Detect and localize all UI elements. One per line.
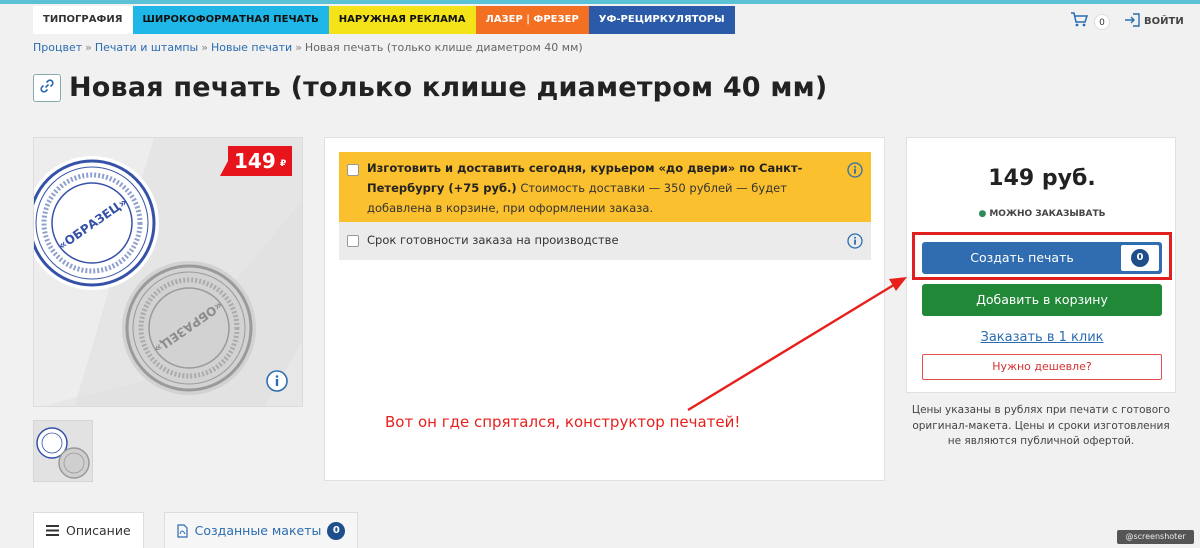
thumbnail-stamp-image bbox=[36, 427, 90, 479]
one-click-order-link[interactable]: Заказать в 1 клик bbox=[907, 330, 1177, 345]
image-info-icon[interactable] bbox=[266, 370, 288, 396]
breadcrumb-separator: » bbox=[295, 41, 302, 54]
tab-layouts-label: Созданные макеты bbox=[194, 523, 322, 538]
availability-dot-icon: ● bbox=[978, 209, 987, 219]
title-row: Новая печать (только клише диаметром 40 … bbox=[33, 72, 827, 103]
create-stamp-label: Создать печать bbox=[970, 250, 1074, 265]
price-disclaimer: Цены указаны в рублях при печати с готов… bbox=[911, 404, 1171, 447]
permalink-button[interactable] bbox=[33, 73, 61, 102]
breadcrumb-current: Новая печать (только клише диаметром 40 … bbox=[304, 41, 583, 54]
need-cheaper-button[interactable]: Нужно дешевле? bbox=[922, 354, 1162, 380]
production-time-info-icon[interactable] bbox=[847, 233, 863, 253]
breadcrumb-stamps[interactable]: Печати и штампы bbox=[95, 41, 198, 54]
delivery-info-icon[interactable] bbox=[847, 162, 863, 182]
price-badge-currency: ₽ bbox=[280, 159, 287, 169]
tab-description-label: Описание bbox=[66, 523, 131, 538]
cart-icon bbox=[1070, 12, 1089, 31]
create-stamp-button[interactable]: Создать печать 0 bbox=[922, 242, 1162, 274]
breadcrumb-new-stamps[interactable]: Новые печати bbox=[211, 41, 292, 54]
category-tabs: ТИПОГРАФИЯ ШИРОКОФОРМАТНАЯ ПЕЧАТЬ НАРУЖН… bbox=[33, 6, 735, 34]
nav-tab-outdoor[interactable]: НАРУЖНАЯ РЕКЛАМА bbox=[328, 6, 476, 34]
login-button[interactable]: ВОЙТИ bbox=[1120, 13, 1184, 30]
pdf-file-icon bbox=[177, 523, 188, 538]
page-title: Новая печать (только клише диаметром 40 … bbox=[69, 72, 828, 103]
breadcrumb: Процвет» Печати и штампы» Новые печати» Нов… bbox=[33, 41, 583, 54]
tab-layouts-count: 0 bbox=[327, 521, 346, 540]
product-tabs: Описание Созданные макеты 0 bbox=[33, 512, 359, 548]
nav-tab-laser[interactable]: ЛАЗЕР | ФРЕЗЕР bbox=[475, 6, 589, 34]
availability-status: ● МОЖНО ЗАКАЗЫВАТЬ bbox=[907, 209, 1177, 219]
screenshoter-watermark: @screenshoter bbox=[1117, 530, 1194, 544]
breadcrumb-separator: » bbox=[201, 41, 208, 54]
link-icon bbox=[39, 78, 55, 98]
price-badge: 149 ₽ bbox=[220, 146, 292, 176]
production-time-label: Срок готовности заказа на производстве bbox=[367, 233, 619, 247]
option-production-time[interactable]: Срок готовности заказа на производстве bbox=[339, 222, 871, 260]
delivery-option-text: Изготовить и доставить сегодня, курьером… bbox=[367, 158, 837, 218]
login-label: ВОЙТИ bbox=[1144, 16, 1184, 27]
cart-count-badge: 0 bbox=[1094, 13, 1110, 30]
nav-tab-wide-format[interactable]: ШИРОКОФОРМАТНАЯ ПЕЧАТЬ bbox=[132, 6, 329, 34]
delivery-checkbox[interactable] bbox=[347, 164, 359, 176]
product-image[interactable]: «ОБРАЗЕЦ» «ОБРАЗЕЦ» 149 ₽ bbox=[33, 137, 303, 407]
product-price: 149 руб. bbox=[988, 166, 1096, 191]
create-stamp-counter: 0 bbox=[1121, 245, 1159, 271]
add-to-cart-button[interactable]: Добавить в корзину bbox=[922, 284, 1162, 316]
option-same-day-delivery[interactable]: Изготовить и доставить сегодня, курьером… bbox=[339, 152, 871, 222]
tab-created-layouts[interactable]: Созданные макеты 0 bbox=[163, 512, 359, 548]
tab-description[interactable]: Описание bbox=[33, 512, 144, 548]
create-stamp-count: 0 bbox=[1131, 249, 1149, 267]
nav-tab-typography[interactable]: ТИПОГРАФИЯ bbox=[33, 6, 133, 34]
price-badge-value: 149 bbox=[234, 149, 276, 173]
production-time-checkbox[interactable] bbox=[347, 235, 359, 247]
product-thumbnail[interactable] bbox=[33, 420, 93, 482]
breadcrumb-separator: » bbox=[85, 41, 92, 54]
nav-tab-uv[interactable]: УФ-РЕЦИРКУЛЯТОРЫ bbox=[588, 6, 735, 34]
breadcrumb-home[interactable]: Процвет bbox=[33, 41, 82, 54]
list-icon bbox=[46, 525, 59, 536]
annotation-text: Вот он где спрятался, конструктор печате… bbox=[385, 413, 741, 431]
stamp-illustration: «ОБРАЗЕЦ» «ОБРАЗЕЦ» bbox=[34, 138, 302, 406]
cart-button[interactable]: 0 bbox=[1070, 12, 1110, 31]
buy-panel: 149 руб. ● МОЖНО ЗАКАЗЫВАТЬ Создать печат… bbox=[906, 137, 1176, 393]
login-icon bbox=[1124, 13, 1140, 30]
top-navigation-bar: ТИПОГРАФИЯ ШИРОКОФОРМАТНАЯ ПЕЧАТЬ НАРУЖН… bbox=[0, 4, 1200, 36]
availability-label: МОЖНО ЗАКАЗЫВАТЬ bbox=[989, 209, 1106, 219]
